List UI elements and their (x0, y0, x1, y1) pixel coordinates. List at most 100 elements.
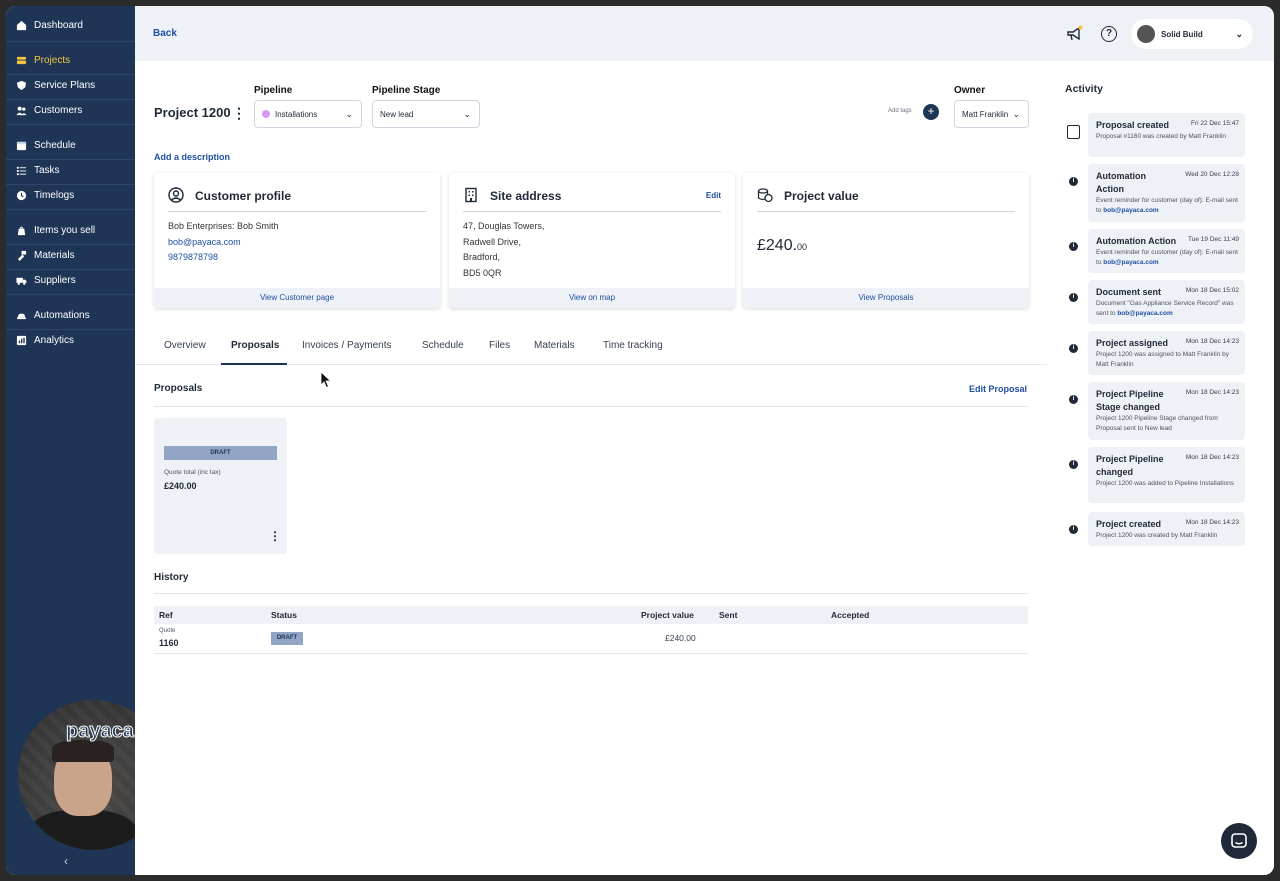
activity-name: Proposal created (1096, 120, 1170, 130)
activity-date: Tue 19 Dec 11:49 (1188, 236, 1239, 243)
tab-files[interactable]: Files (489, 340, 510, 351)
sidebar-divider (6, 41, 135, 42)
activity-email-link[interactable]: bob@payaca.com (1103, 259, 1158, 266)
quote-total-value: £240.00 (164, 481, 197, 491)
page-title: Project 1200 (154, 105, 231, 120)
edit-site-address-button[interactable]: Edit (706, 191, 721, 200)
megaphone-icon[interactable] (1066, 25, 1084, 43)
customer-details: Bob Enterprises: Bob Smith bob@payaca.co… (168, 219, 279, 266)
sidebar-collapse-button[interactable]: ‹ (64, 854, 68, 868)
status-badge: DRAFT (271, 632, 303, 645)
project-menu-kebab-icon[interactable]: ⋮ (232, 105, 246, 122)
main-content: Project 1200 ⋮ Pipeline Installations ⌄ … (135, 61, 1047, 875)
app-window: Dashboard Projects Service Plans Custome… (6, 6, 1274, 875)
view-proposals-link[interactable]: View Proposals (743, 288, 1029, 308)
activity-email-link[interactable]: bob@payaca.com (1103, 207, 1158, 214)
video-logo-text: payaca (66, 720, 135, 743)
chevron-down-icon: ⌄ (345, 109, 353, 119)
info-icon: i (1069, 460, 1078, 469)
activity-date: Mon 18 Dec 14:23 (1185, 454, 1239, 461)
sidebar-item-analytics[interactable]: Analytics (16, 330, 74, 350)
sidebar-item-label: Automations (34, 309, 90, 321)
sidebar-item-projects[interactable]: Projects (16, 50, 70, 70)
truck-icon (16, 277, 27, 285)
add-tags-button[interactable]: + (923, 104, 939, 120)
add-description-link[interactable]: Add a description (154, 152, 230, 162)
sidebar-item-dashboard[interactable]: Dashboard (16, 15, 83, 35)
company-avatar (1137, 25, 1155, 43)
info-icon: i (1069, 177, 1078, 186)
customer-email-link[interactable]: bob@payaca.com (168, 235, 279, 251)
tab-invoices-payments[interactable]: Invoices / Payments (302, 340, 391, 351)
activity-item: Document sent Mon 18 Dec 15:02 Document … (1088, 280, 1245, 324)
column-header-ref: Ref (159, 610, 173, 620)
sidebar-item-label: Tasks (34, 164, 60, 176)
sidebar-item-label: Materials (34, 249, 75, 261)
chevron-down-icon: ⌄ (1012, 109, 1020, 119)
tab-materials[interactable]: Materials (534, 340, 575, 351)
divider (168, 211, 426, 212)
view-customer-page-link[interactable]: View Customer page (154, 288, 440, 308)
sidebar-item-tasks[interactable]: Tasks (16, 160, 60, 180)
back-link[interactable]: Back (153, 28, 177, 39)
amount-pence: 00 (797, 242, 808, 252)
status-badge: DRAFT (164, 446, 277, 460)
sidebar-item-label: Analytics (34, 334, 75, 346)
activity-name: Project assigned (1096, 338, 1169, 348)
owner-select[interactable]: Matt Franklin ⌄ (954, 100, 1029, 128)
sidebar-item-schedule[interactable]: Schedule (16, 135, 76, 155)
top-bar: Back ? Solid Build ⌄ (135, 6, 1274, 61)
activity-description: Proposal #1160 was created by Matt Frank… (1096, 133, 1226, 140)
list-icon (16, 166, 27, 175)
sidebar-item-label: Customers (34, 104, 83, 116)
table-row[interactable]: Quote 1160 DRAFT £240.00 (154, 624, 1028, 654)
activity-description: Event reminder for customer (day of): E-… (1096, 248, 1241, 268)
chat-icon (1231, 833, 1247, 848)
sidebar-item-customers[interactable]: Customers (16, 100, 82, 120)
calendar-icon (16, 141, 27, 150)
divider (154, 593, 1028, 594)
sidebar-item-items-you-sell[interactable]: Items you sell (16, 220, 95, 240)
view-on-map-link[interactable]: View on map (449, 288, 735, 308)
tab-proposals[interactable]: Proposals (231, 340, 279, 351)
sidebar-item-service-plans[interactable]: Service Plans (16, 75, 95, 95)
pipeline-stage-select[interactable]: New lead ⌄ (372, 100, 480, 128)
video-person-hair (52, 740, 114, 762)
sidebar-item-materials[interactable]: Materials (16, 245, 75, 265)
edit-proposal-button[interactable]: Edit Proposal (969, 384, 1027, 394)
column-header-accepted: Accepted (831, 610, 870, 620)
customer-phone-link[interactable]: 9879878798 (168, 250, 279, 266)
column-header-project-value: Project value (641, 610, 694, 620)
pipeline-select[interactable]: Installations ⌄ (254, 100, 362, 128)
activity-item: Automation Action Tue 19 Dec 11:49 Event… (1088, 229, 1245, 273)
row-project-value: £240.00 (665, 633, 696, 643)
customer-profile-card: Customer profile Bob Enterprises: Bob Sm… (154, 173, 440, 308)
activity-date: Mon 18 Dec 14:23 (1185, 389, 1239, 396)
activity-panel: Activity Proposal created Fri 22 Dec 15:… (1047, 61, 1274, 875)
info-icon: i (1069, 395, 1078, 404)
help-icon[interactable]: ? (1101, 26, 1117, 42)
activity-item: Automation Action Wed 20 Dec 12:28 Event… (1088, 164, 1245, 222)
activity-item: Project Pipeline Stage changed Mon 18 De… (1088, 382, 1245, 440)
activity-item: Proposal created Fri 22 Dec 15:47 Propos… (1088, 113, 1245, 157)
account-switcher[interactable]: Solid Build ⌄ (1131, 19, 1253, 49)
tab-time-tracking[interactable]: Time tracking (603, 340, 663, 351)
card-title: Site address (490, 189, 562, 203)
tab-overview[interactable]: Overview (164, 340, 206, 351)
row-type: Quote (159, 628, 176, 634)
proposal-menu-kebab-icon[interactable]: ⋮ (269, 529, 281, 543)
pipeline-color-dot (262, 110, 270, 118)
sidebar-item-timelogs[interactable]: Timelogs (16, 185, 74, 205)
activity-email-link[interactable]: bob@payaca.com (1117, 310, 1172, 317)
chat-launcher-button[interactable] (1221, 823, 1257, 859)
active-tab-indicator (221, 363, 287, 365)
proposal-card[interactable]: DRAFT Quote total (inc tax) £240.00 ⋮ (154, 418, 287, 554)
sidebar-item-suppliers[interactable]: Suppliers (16, 270, 76, 290)
shield-icon (16, 80, 27, 90)
tab-schedule[interactable]: Schedule (422, 340, 464, 351)
sidebar-item-automations[interactable]: Automations (16, 305, 90, 325)
building-icon (465, 187, 477, 203)
chevron-down-icon: ⌄ (1235, 28, 1243, 39)
sidebar-item-label: Service Plans (34, 79, 96, 91)
chart-icon (16, 335, 27, 345)
